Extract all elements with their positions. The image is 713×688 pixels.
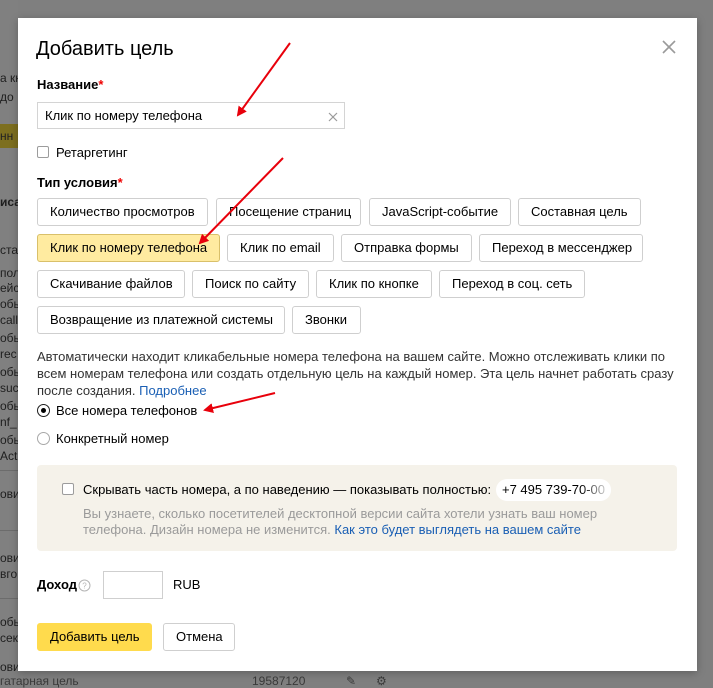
condition-social-network[interactable]: Переход в соц. сеть xyxy=(439,270,585,298)
background-text: ови xyxy=(0,551,18,565)
condition-javascript-event[interactable]: JavaScript-событие xyxy=(369,198,511,226)
radio-specific-number[interactable] xyxy=(37,432,50,445)
background-text: ови xyxy=(0,487,18,501)
background-text: сек xyxy=(0,631,18,645)
name-label: Название* xyxy=(37,77,103,92)
description-text: Автоматически находит кликабельные номер… xyxy=(37,349,674,398)
background-text: иса xyxy=(0,195,18,209)
background-text: nf_ xyxy=(0,415,17,429)
currency-label: RUB xyxy=(173,577,201,592)
condition-payment-return[interactable]: Возвращение из платежной системы xyxy=(37,306,285,334)
condition-description: Автоматически находит кликабельные номер… xyxy=(37,348,677,399)
phone-example: +7 495 739-70-00 xyxy=(496,479,611,501)
add-goal-button[interactable]: Добавить цель xyxy=(37,623,152,651)
background-text: rec xyxy=(0,347,17,361)
retargeting-label: Ретаргетинг xyxy=(56,145,128,160)
background-divider xyxy=(0,530,18,531)
required-mark: * xyxy=(98,77,104,92)
condition-page-views[interactable]: Количество просмотров xyxy=(37,198,208,226)
condition-form-submit[interactable]: Отправка формы xyxy=(341,234,472,262)
required-mark: * xyxy=(117,175,123,190)
background-text: suc xyxy=(0,381,18,395)
background-text: нн xyxy=(0,129,14,143)
condition-page-visits[interactable]: Посещение страниц xyxy=(216,198,361,226)
background-text: пол xyxy=(0,266,18,280)
background-text: обы xyxy=(0,615,18,629)
background-text: call xyxy=(0,313,18,327)
background-text: а кн xyxy=(0,71,18,85)
radio-all-numbers-label: Все номера телефонов xyxy=(56,403,198,418)
close-icon[interactable] xyxy=(660,38,678,56)
background-text: обы xyxy=(0,297,18,311)
svg-text:?: ? xyxy=(82,582,87,591)
retargeting-checkbox[interactable] xyxy=(37,146,49,158)
income-label: Доход xyxy=(37,577,77,592)
condition-email-click[interactable]: Клик по email xyxy=(227,234,334,262)
background-text: стан xyxy=(0,243,18,257)
goal-name-field[interactable] xyxy=(37,102,345,129)
background-text: обы xyxy=(0,433,18,447)
hide-number-note: Вы узнаете, сколько посетителей десктопн… xyxy=(83,506,643,538)
background-divider xyxy=(0,598,18,599)
background-text: вго xyxy=(0,567,18,581)
hide-number-checkbox[interactable] xyxy=(62,483,74,495)
hide-number-label: Скрывать часть номера, а по наведению — … xyxy=(83,482,492,497)
background-edit-icon: ✎ xyxy=(346,674,357,688)
condition-composite[interactable]: Составная цель xyxy=(518,198,641,226)
goal-name-input[interactable] xyxy=(45,108,315,123)
background-page: а кн до нн иса стан пол ейст обы call об… xyxy=(0,0,18,687)
condition-file-download[interactable]: Скачивание файлов xyxy=(37,270,185,298)
condition-button-click[interactable]: Клик по кнопке xyxy=(316,270,432,298)
clear-input-icon[interactable] xyxy=(327,110,339,122)
radio-all-numbers[interactable] xyxy=(37,404,50,417)
add-goal-dialog: Добавить цель Название* Ретаргетинг Тип … xyxy=(18,18,697,671)
condition-messenger[interactable]: Переход в мессенджер xyxy=(479,234,643,262)
background-text: обы xyxy=(0,365,18,379)
income-input[interactable] xyxy=(103,571,163,599)
dialog-title: Добавить цель xyxy=(36,38,174,60)
info-icon[interactable]: ? xyxy=(78,579,91,592)
cancel-button[interactable]: Отмена xyxy=(163,623,235,651)
radio-specific-number-label: Конкретный номер xyxy=(56,431,169,446)
background-text: 19587120 xyxy=(252,674,306,688)
background-settings-icon: ⚙ xyxy=(376,674,387,688)
more-link[interactable]: Подробнее xyxy=(139,383,206,398)
preview-link[interactable]: Как это будет выглядеть на вашем сайте xyxy=(334,522,581,537)
background-text: Act xyxy=(0,449,18,463)
condition-phone-click[interactable]: Клик по номеру телефона xyxy=(37,234,220,262)
condition-type-label-text: Тип условия xyxy=(37,175,118,190)
condition-site-search[interactable]: Поиск по сайту xyxy=(192,270,309,298)
condition-type-label: Тип условия* xyxy=(37,175,123,190)
background-text: обы xyxy=(0,399,18,413)
name-label-text: Название xyxy=(37,77,99,92)
background-text: до xyxy=(0,90,14,104)
background-text: обы xyxy=(0,331,18,345)
condition-calls[interactable]: Звонки xyxy=(292,306,361,334)
background-bottom-row: гатарная цель 19587120 ✎ ⚙ xyxy=(0,671,713,688)
background-text: ейст xyxy=(0,281,18,295)
hide-number-panel: Скрывать часть номера, а по наведению — … xyxy=(37,465,677,551)
background-divider xyxy=(0,470,18,471)
background-text: гатарная цель xyxy=(0,674,79,688)
